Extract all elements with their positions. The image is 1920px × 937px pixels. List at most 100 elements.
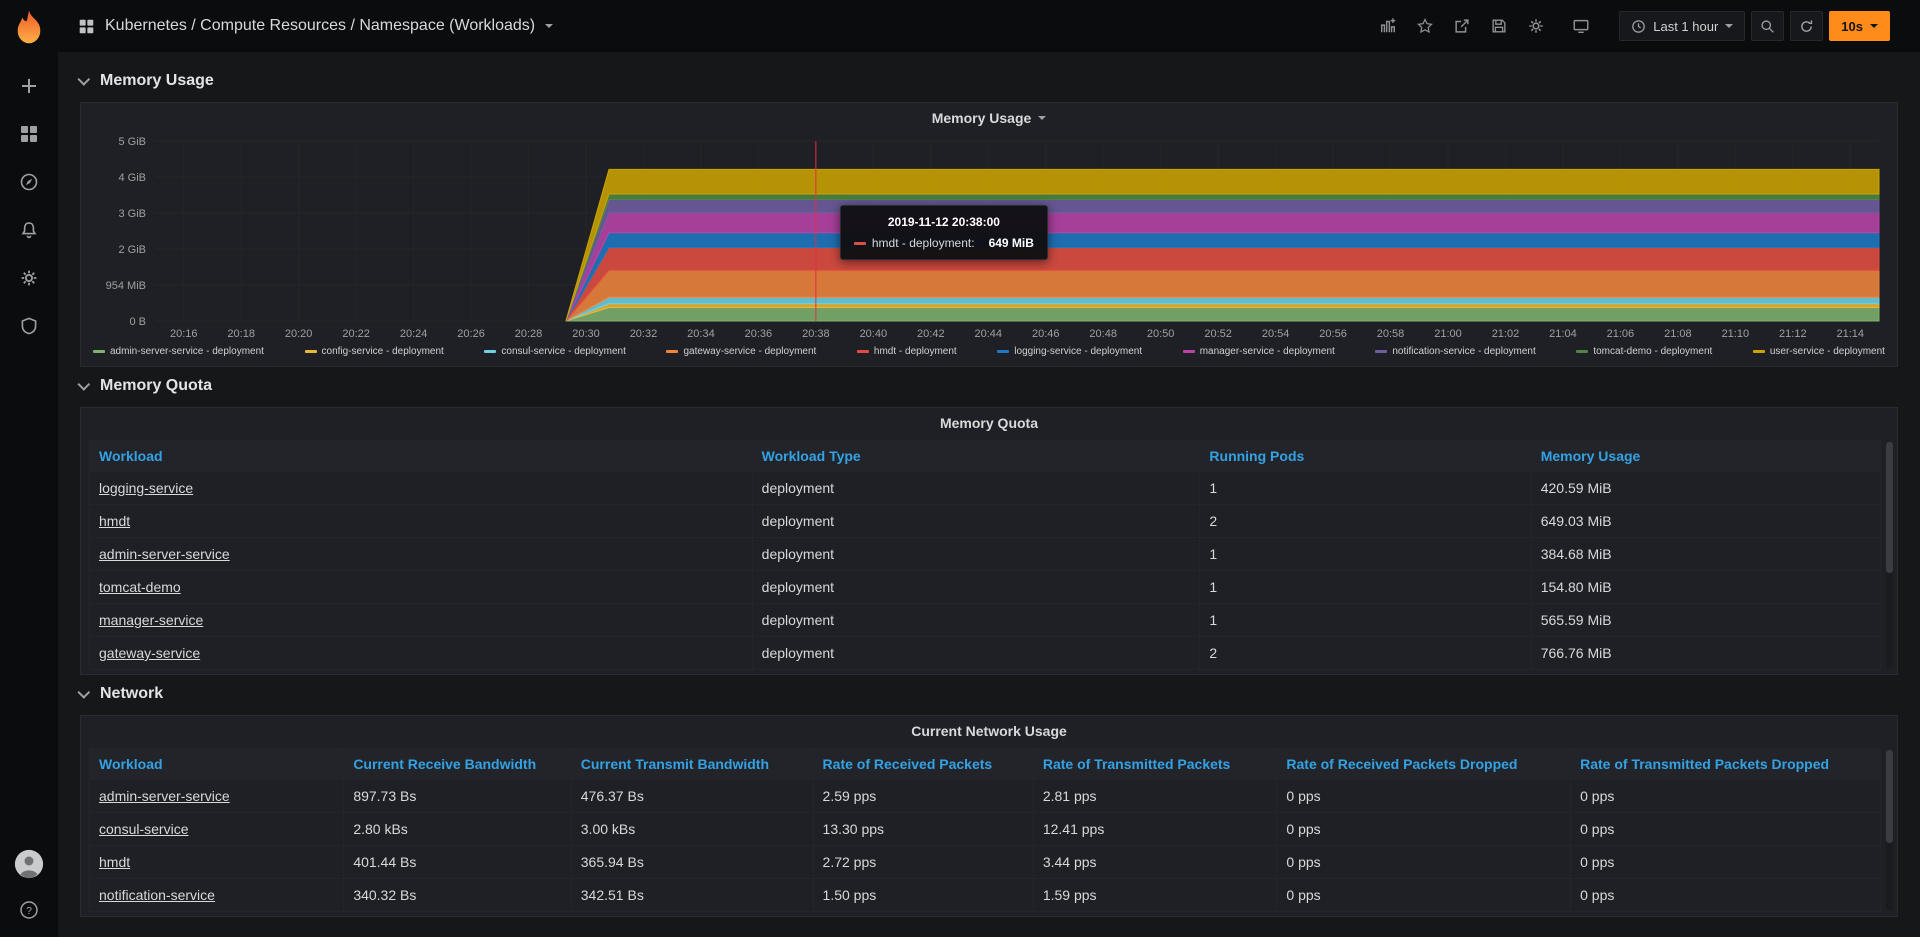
dashboard-title-button[interactable]: Kubernetes / Compute Resources / Namespa…: [78, 17, 553, 35]
column-header[interactable]: Workload Type: [752, 441, 1200, 472]
legend-item[interactable]: tomcat-demo - deployment: [1576, 346, 1712, 357]
svg-text:5 GiB: 5 GiB: [118, 136, 146, 148]
save-icon[interactable]: [1488, 15, 1510, 37]
legend-item[interactable]: user-service - deployment: [1753, 346, 1885, 357]
refresh-caret-icon: [1870, 24, 1878, 28]
chevron-down-icon: [77, 73, 90, 86]
memory-usage-panel-title[interactable]: Memory Usage: [81, 103, 1897, 133]
table-cell: 384.68 MiB: [1531, 538, 1880, 571]
legend-item[interactable]: config-service - deployment: [305, 346, 444, 357]
table-cell: 0 pps: [1277, 879, 1571, 912]
star-icon[interactable]: [1414, 15, 1436, 37]
svg-text:21:06: 21:06: [1607, 328, 1635, 340]
share-icon[interactable]: [1451, 15, 1473, 37]
help-icon[interactable]: ?: [18, 899, 40, 921]
legend-item[interactable]: consul-service - deployment: [484, 346, 626, 357]
table-cell: 1.59 pps: [1033, 879, 1277, 912]
explore-icon[interactable]: [18, 171, 40, 193]
column-header[interactable]: Current Receive Bandwidth: [344, 749, 571, 780]
configuration-icon[interactable]: [18, 267, 40, 289]
workload-link[interactable]: admin-server-service: [99, 546, 230, 562]
table-cell: 1: [1200, 604, 1531, 637]
settings-icon[interactable]: [1525, 15, 1547, 37]
svg-text:2 GiB: 2 GiB: [118, 244, 146, 256]
workload-link[interactable]: consul-service: [99, 821, 188, 837]
svg-text:?: ?: [26, 905, 32, 917]
memory-usage-chart[interactable]: 0 B954 MiB2 GiB3 GiB4 GiB5 GiB20:1620:18…: [81, 133, 1897, 343]
column-header[interactable]: Memory Usage: [1531, 441, 1880, 472]
svg-text:20:24: 20:24: [400, 328, 428, 340]
workload-link[interactable]: logging-service: [99, 480, 193, 496]
refresh-interval-picker[interactable]: 10s: [1829, 11, 1890, 41]
cycle-view-icon[interactable]: [1570, 15, 1592, 37]
table-cell: 154.80 MiB: [1531, 571, 1880, 604]
create-icon[interactable]: [18, 75, 40, 97]
column-header[interactable]: Rate of Received Packets: [813, 749, 1033, 780]
legend-item[interactable]: hmdt - deployment: [857, 346, 957, 357]
table-cell: deployment: [752, 505, 1200, 538]
table-scrollbar[interactable]: [1886, 442, 1893, 668]
user-avatar[interactable]: [14, 849, 44, 879]
workload-link[interactable]: manager-service: [99, 612, 203, 628]
memory-quota-table: WorkloadWorkload TypeRunning PodsMemory …: [89, 440, 1881, 670]
table-cell: 1: [1200, 538, 1531, 571]
column-header[interactable]: Current Transmit Bandwidth: [571, 749, 813, 780]
column-header[interactable]: Rate of Received Packets Dropped: [1277, 749, 1571, 780]
refresh-icon: [1799, 19, 1814, 34]
svg-text:20:44: 20:44: [975, 328, 1003, 340]
scrollbar-thumb[interactable]: [1886, 442, 1893, 573]
workload-link[interactable]: gateway-service: [99, 645, 200, 661]
section-network[interactable]: Network: [80, 681, 1898, 707]
alerting-icon[interactable]: [18, 219, 40, 241]
table-cell: 0 pps: [1571, 846, 1881, 879]
legend-item[interactable]: notification-service - deployment: [1375, 346, 1535, 357]
section-memory-quota[interactable]: Memory Quota: [80, 373, 1898, 399]
svg-text:20:20: 20:20: [285, 328, 313, 340]
time-range-caret-icon: [1725, 24, 1733, 28]
column-header[interactable]: Rate of Transmitted Packets Dropped: [1571, 749, 1881, 780]
svg-text:21:04: 21:04: [1549, 328, 1577, 340]
svg-text:20:58: 20:58: [1377, 328, 1405, 340]
zoom-out-button[interactable]: [1751, 11, 1784, 41]
legend-item[interactable]: logging-service - deployment: [997, 346, 1142, 357]
column-header[interactable]: Workload: [90, 749, 344, 780]
table-cell: manager-service: [90, 604, 753, 637]
table-cell: 0 pps: [1571, 879, 1881, 912]
svg-text:4 GiB: 4 GiB: [118, 172, 146, 184]
legend-item[interactable]: manager-service - deployment: [1183, 346, 1335, 357]
workload-link[interactable]: admin-server-service: [99, 788, 230, 804]
network-table: WorkloadCurrent Receive BandwidthCurrent…: [89, 748, 1881, 912]
network-panel-title[interactable]: Current Network Usage: [81, 716, 1897, 746]
svg-text:20:42: 20:42: [917, 328, 945, 340]
table-row: consul-service2.80 kBs3.00 kBs13.30 pps1…: [90, 813, 1881, 846]
time-range-picker[interactable]: Last 1 hour: [1619, 11, 1745, 41]
grafana-logo[interactable]: [11, 9, 47, 45]
table-cell: 897.73 Bs: [344, 780, 571, 813]
svg-text:20:36: 20:36: [745, 328, 773, 340]
workload-link[interactable]: notification-service: [99, 887, 215, 903]
dashboard-content: Memory Usage Memory Usage 0 B954 MiB2 Gi…: [58, 52, 1920, 937]
table-cell: 401.44 Bs: [344, 846, 571, 879]
legend-item[interactable]: admin-server-service - deployment: [93, 346, 264, 357]
table-scrollbar[interactable]: [1886, 750, 1893, 910]
dashboards-icon[interactable]: [18, 123, 40, 145]
column-header[interactable]: Rate of Transmitted Packets: [1033, 749, 1277, 780]
server-admin-icon[interactable]: [18, 315, 40, 337]
svg-text:21:08: 21:08: [1664, 328, 1692, 340]
refresh-button[interactable]: [1790, 11, 1823, 41]
legend-item[interactable]: gateway-service - deployment: [666, 346, 816, 357]
memory-quota-panel-title[interactable]: Memory Quota: [81, 408, 1897, 438]
svg-text:20:28: 20:28: [515, 328, 543, 340]
table-cell: 340.32 Bs: [344, 879, 571, 912]
column-header[interactable]: Running Pods: [1200, 441, 1531, 472]
column-header[interactable]: Workload: [90, 441, 753, 472]
network-table-wrap: WorkloadCurrent Receive BandwidthCurrent…: [81, 746, 1897, 916]
table-cell: deployment: [752, 604, 1200, 637]
workload-link[interactable]: hmdt: [99, 513, 130, 529]
section-memory-usage[interactable]: Memory Usage: [80, 68, 1898, 94]
scrollbar-thumb[interactable]: [1886, 750, 1893, 843]
add-panel-icon[interactable]: [1377, 15, 1399, 37]
workload-link[interactable]: hmdt: [99, 854, 130, 870]
legend-color-dash: [1375, 350, 1387, 353]
workload-link[interactable]: tomcat-demo: [99, 579, 181, 595]
